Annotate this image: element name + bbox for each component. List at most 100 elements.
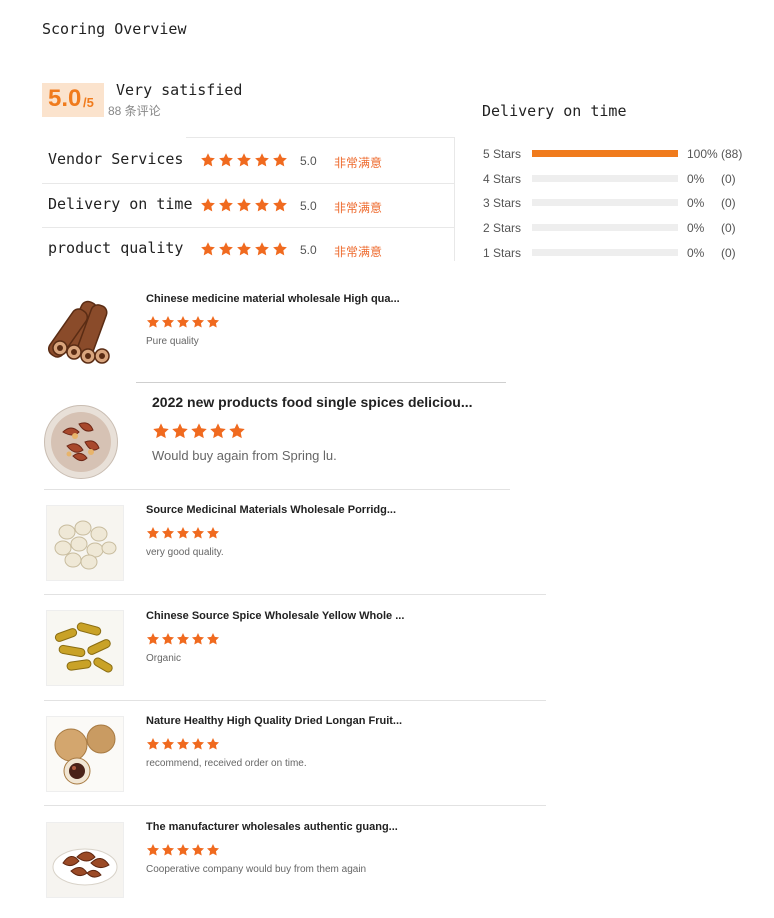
product-image-spice-bowl[interactable] bbox=[44, 405, 118, 479]
divider bbox=[44, 700, 546, 701]
divider bbox=[42, 227, 454, 228]
star-icon bbox=[176, 527, 190, 539]
review-product-title[interactable]: Chinese medicine material wholesale High… bbox=[146, 293, 400, 305]
star-icon bbox=[146, 738, 160, 750]
star-icon bbox=[176, 316, 190, 328]
review-stars bbox=[146, 526, 220, 540]
distribution-label: 4 Stars bbox=[483, 172, 522, 186]
distribution-percent: 0% bbox=[687, 172, 705, 186]
star-icon bbox=[176, 738, 190, 750]
review-comment: Cooperative company would buy from them … bbox=[146, 864, 367, 875]
review-product-title[interactable]: Nature Healthy High Quality Dried Longan… bbox=[146, 715, 402, 727]
distribution-percent: 0% bbox=[687, 246, 705, 260]
category-description: 非常满意 bbox=[334, 201, 383, 215]
star-icon bbox=[255, 153, 269, 167]
star-icon bbox=[191, 633, 205, 645]
distribution-percent: 0% bbox=[687, 221, 705, 235]
star-icon bbox=[273, 153, 287, 167]
star-icon bbox=[161, 316, 175, 328]
star-icon bbox=[191, 844, 205, 856]
star-icon bbox=[191, 527, 205, 539]
distribution-bar bbox=[532, 224, 678, 231]
category-stars bbox=[200, 197, 288, 213]
distribution-percent: 100% bbox=[687, 147, 718, 161]
divider bbox=[136, 382, 506, 383]
star-icon bbox=[146, 633, 160, 645]
divider bbox=[186, 137, 454, 138]
distribution-row-4-stars: 4 Stars 0% (0) bbox=[483, 170, 753, 188]
star-icon bbox=[161, 844, 175, 856]
star-icon bbox=[210, 423, 226, 439]
divider bbox=[44, 489, 510, 490]
category-description: 非常满意 bbox=[334, 156, 383, 170]
star-icon bbox=[191, 738, 205, 750]
category-row-delivery-on-time: Delivery on time 5.0 非常满意 bbox=[42, 183, 454, 227]
distribution-row-2-stars: 2 Stars 0% (0) bbox=[483, 219, 753, 237]
distribution-count: (0) bbox=[721, 246, 736, 260]
product-image-dried-peel[interactable] bbox=[46, 822, 124, 898]
star-icon bbox=[172, 423, 188, 439]
review-comment: very good quality. bbox=[146, 547, 224, 558]
divider bbox=[42, 183, 454, 184]
review-count: 88 条评论 bbox=[108, 104, 161, 118]
category-score: 5.0 bbox=[300, 154, 317, 168]
star-icon bbox=[146, 316, 160, 328]
distribution-count: (0) bbox=[721, 196, 736, 210]
star-icon bbox=[161, 738, 175, 750]
distribution-bar bbox=[532, 199, 678, 206]
star-icon bbox=[153, 423, 169, 439]
category-row-vendor-services: Vendor Services 5.0 非常满意 bbox=[42, 138, 454, 182]
divider bbox=[44, 805, 546, 806]
star-icon bbox=[237, 153, 251, 167]
review-product-title[interactable]: 2022 new products food single spices del… bbox=[152, 394, 473, 410]
star-icon bbox=[191, 423, 207, 439]
distribution-row-1-stars: 1 Stars 0% (0) bbox=[483, 244, 753, 262]
star-icon bbox=[219, 198, 233, 212]
review-stars bbox=[146, 843, 220, 857]
review-product-title[interactable]: The manufacturer wholesales authentic gu… bbox=[146, 821, 398, 833]
review-stars bbox=[146, 315, 220, 329]
star-icon bbox=[237, 198, 251, 212]
review-product-title[interactable]: Source Medicinal Materials Wholesale Por… bbox=[146, 504, 396, 516]
product-image-cinnamon[interactable] bbox=[42, 290, 122, 370]
star-icon bbox=[201, 242, 215, 256]
review-comment: Pure quality bbox=[146, 336, 199, 347]
category-score: 5.0 bbox=[300, 243, 317, 257]
star-icon bbox=[206, 738, 220, 750]
star-icon bbox=[206, 527, 220, 539]
overall-score-badge: 5.0 /5 bbox=[42, 83, 104, 117]
category-row-product-quality: product quality 5.0 非常满意 bbox=[42, 227, 454, 271]
distribution-bar bbox=[532, 249, 678, 256]
star-icon bbox=[237, 242, 251, 256]
star-icon bbox=[146, 844, 160, 856]
star-icon bbox=[201, 153, 215, 167]
review-comment: recommend, received order on time. bbox=[146, 758, 307, 769]
overall-score: 5.0 bbox=[48, 85, 82, 112]
distribution-count: (0) bbox=[721, 172, 736, 186]
distribution-label: 3 Stars bbox=[483, 196, 522, 210]
product-image-lotus-seeds[interactable] bbox=[46, 505, 124, 581]
star-icon bbox=[219, 153, 233, 167]
review-stars bbox=[146, 632, 220, 646]
category-name: Vendor Services bbox=[48, 150, 184, 168]
review-product-title[interactable]: Chinese Source Spice Wholesale Yellow Wh… bbox=[146, 610, 404, 622]
distribution-label: 5 Stars bbox=[483, 147, 522, 161]
star-icon bbox=[273, 242, 287, 256]
star-icon bbox=[146, 527, 160, 539]
review-comment: Organic bbox=[146, 653, 182, 664]
product-image-longan[interactable] bbox=[46, 716, 124, 792]
star-icon bbox=[206, 844, 220, 856]
distribution-label: 1 Stars bbox=[483, 246, 522, 260]
distribution-bar bbox=[532, 150, 678, 157]
distribution-bar bbox=[532, 175, 678, 182]
satisfaction-label: Very satisfied bbox=[116, 81, 243, 99]
overall-score-max: /5 bbox=[83, 95, 94, 110]
product-image-turmeric[interactable] bbox=[46, 610, 124, 686]
divider bbox=[454, 137, 455, 261]
star-icon bbox=[229, 423, 245, 439]
star-icon bbox=[161, 527, 175, 539]
star-icon bbox=[206, 633, 220, 645]
star-icon bbox=[206, 316, 220, 328]
category-name: Delivery on time bbox=[48, 195, 193, 213]
distribution-percent: 0% bbox=[687, 196, 705, 210]
